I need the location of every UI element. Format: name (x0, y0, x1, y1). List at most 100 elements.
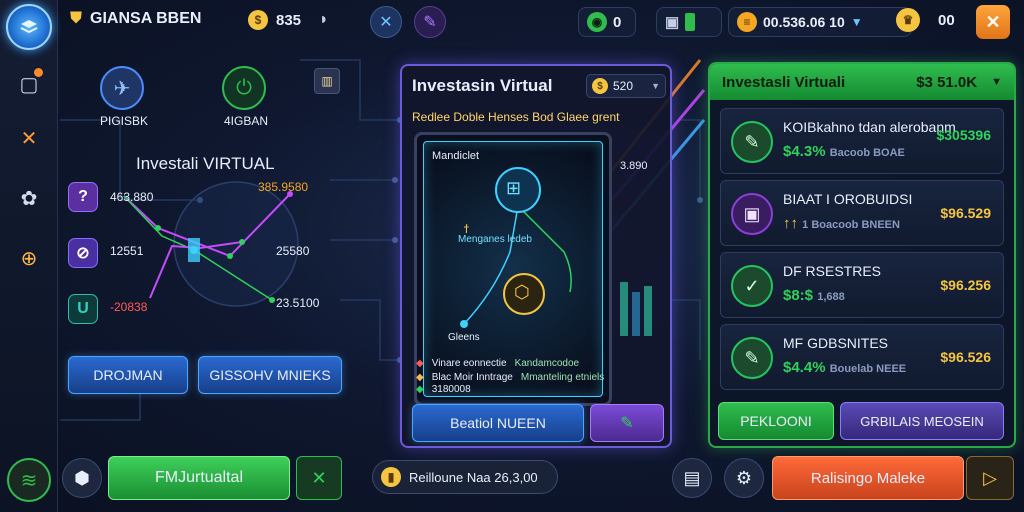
center-edit-button[interactable]: ✎ (590, 404, 664, 442)
asset-card-4[interactable]: ✎ MF GDBSNITES $4.4% Bouelab NEEE $96.52… (720, 324, 1004, 390)
tag2-dot: ◆ (416, 372, 424, 383)
price-select[interactable]: $ 520 ▼ (586, 74, 666, 98)
node-bottom-label: Gleens (448, 332, 480, 343)
card1-value: $305396 (936, 127, 991, 143)
tag1-value: Kandamcodoe (514, 358, 580, 369)
app-logo-button[interactable] (6, 4, 52, 50)
stat-value: 835 (276, 11, 302, 29)
node-center-label: Menganes ledeb (458, 234, 532, 245)
chevron-down-icon[interactable]: ▼ (991, 76, 1002, 88)
sidebar-messages-button[interactable]: ▢ (9, 64, 49, 104)
row2-right: 25580 (276, 244, 310, 258)
gem-icon: ◉ (587, 12, 607, 32)
car-icon: ◗ (319, 11, 329, 28)
device-icon: ▣ (665, 14, 680, 31)
notification-dot (34, 68, 43, 77)
network-icon: ✿ (20, 187, 38, 210)
asset-card-2[interactable]: ▣ BIAAT I OROBUIDSI ↑↑ 1 Boacoob BNEEN $… (720, 180, 1004, 246)
right-secondary-button[interactable]: GRBILAIS MEOSEIN (840, 402, 1004, 440)
sidebar-tools-button[interactable]: ✕ (9, 118, 49, 158)
balance-counter: ≡ 00.536.06 10 ▼ (728, 7, 912, 37)
wrench-icon: ✕ (379, 14, 393, 31)
right-panel: Investasli Virtuali $3 51.0K ▼ ✎ KOIBkah… (708, 62, 1016, 448)
brand-name: GIANSA BBEN (90, 10, 202, 27)
center-action-button[interactable]: Beatiol NUEEN (412, 404, 584, 442)
token-counter: ♛ 00 (896, 8, 955, 32)
tools-top-button[interactable]: ✕ (370, 6, 402, 38)
close-icon: ✕ (985, 11, 1001, 32)
cart-button[interactable]: ▤ (672, 458, 712, 498)
brand: ⛊ GIANSA BBEN (70, 10, 201, 28)
battery-icon (685, 13, 696, 31)
brush-icon: ✎ (620, 415, 634, 432)
hexagon-icon: ⬢ (74, 467, 90, 488)
tools-icon: ✕ (20, 127, 38, 150)
right-primary-button[interactable]: PEKLOONI (718, 402, 834, 440)
card4-value: $96.526 (940, 349, 991, 365)
tag-row-2: ◆ Blac Moir Inntrage Mmanteling etniels (416, 372, 604, 383)
coin-icon: ▮ (381, 467, 401, 487)
link-icon: ⊘ (68, 238, 98, 268)
layers-icon (20, 20, 38, 34)
asset-card-1[interactable]: ✎ KOIBkahno tdan alerobanm $4.3% Bacoob … (720, 108, 1004, 174)
resource-readout: ▮ Reilloune Naa 26,3,00 (372, 460, 558, 494)
shield-button[interactable]: ⬢ (62, 458, 102, 498)
cube-icon: ⬡ (514, 282, 530, 302)
left-title: Investali VIRTUAL (136, 154, 275, 173)
power-node-button[interactable]: ⏻ (222, 66, 266, 110)
left-action-button[interactable]: DROJMAN (68, 356, 188, 394)
settings-button[interactable]: ⚙ (724, 458, 764, 498)
gold-coin-icon: ≡ (737, 12, 757, 32)
card1-icon: ✎ (731, 121, 773, 163)
close-button[interactable]: ✕ (976, 5, 1010, 39)
tools-button[interactable]: ✕ (296, 456, 342, 500)
dropdown-icon: ▼ (850, 15, 863, 29)
question-icon: ? (68, 182, 98, 212)
center-title: Investasin Virtual (412, 76, 553, 95)
orange-action-button[interactable]: Ralisingo Maleke (772, 456, 964, 500)
sidebar-network-button[interactable]: ✿ (9, 178, 49, 218)
card1-sub: $4.3% Bacoob BOAE (783, 143, 905, 160)
center-panel: Investasin Virtual $ 520 ▼ Redlee Doble … (400, 64, 672, 448)
balance-value: 00.536.06 10 (763, 14, 845, 30)
tag2-value: Mmanteling etniels (520, 372, 605, 383)
device-status: ▣ (656, 7, 722, 37)
gems-value: 0 (613, 13, 622, 31)
book-icon: ▥ (321, 74, 333, 88)
shield-small-icon: U (68, 294, 98, 324)
edit-top-button[interactable]: ✎ (414, 6, 446, 38)
asset-card-3[interactable]: ✓ DF RSESTRES $8:$ 1,688 $96.256 (720, 252, 1004, 318)
sidebar-globe-button[interactable]: ⊕ (9, 238, 49, 278)
right-header-value: $3 51.0K (916, 73, 978, 91)
main-action-button[interactable]: FMJurtualtal (108, 456, 290, 500)
node2-label: 4IGBAN (224, 114, 269, 128)
card4-sub: $4.4% Bouelab NEEE (783, 359, 907, 376)
book-button[interactable]: ▥ (314, 68, 340, 94)
card2-title: BIAAT I OROBUIDSI (783, 191, 913, 207)
center-subtitle: Redlee Doble Henses Bod Glaee grent (412, 110, 620, 124)
tag1-label: Vinare eonnectie (431, 358, 507, 369)
shield-icon: ⛊ (70, 10, 83, 27)
left-secondary-button[interactable]: GISSOHV MNIEKS (198, 356, 342, 394)
node1-label: PIGISBK (100, 114, 149, 128)
token-icon: ♛ (896, 8, 920, 32)
tools-icon: ✕ (311, 467, 327, 488)
bottom-bar: ⬢ FMJurtualtal ✕ ▮ Reilloune Naa 26,3,00… (0, 450, 1024, 512)
card3-title: DF RSESTRES (783, 263, 882, 279)
play-icon: ▷ (983, 467, 997, 488)
side-value: 3.890 (620, 160, 648, 172)
tag3-label: 3180008 (431, 384, 471, 395)
satellite-node-button[interactable]: ✈ (100, 66, 144, 110)
cart-icon: ▤ (683, 467, 701, 488)
card2-icon: ▣ (731, 193, 773, 235)
gems-counter: ◉ 0 (578, 7, 636, 37)
next-button[interactable]: ▷ (966, 456, 1014, 500)
card4-icon: ✎ (731, 337, 773, 379)
card2-sub: ↑↑ 1 Boacoob BNEEN (783, 215, 900, 232)
card2-value: $96.529 (940, 205, 991, 221)
tag2-label: Blac Moir Inntrage (431, 372, 513, 383)
card3-icon: ✓ (731, 265, 773, 307)
row1-right: 385.9580 (258, 180, 309, 194)
row2-left: 12551 (110, 244, 144, 258)
coin-icon: $ (248, 10, 268, 30)
